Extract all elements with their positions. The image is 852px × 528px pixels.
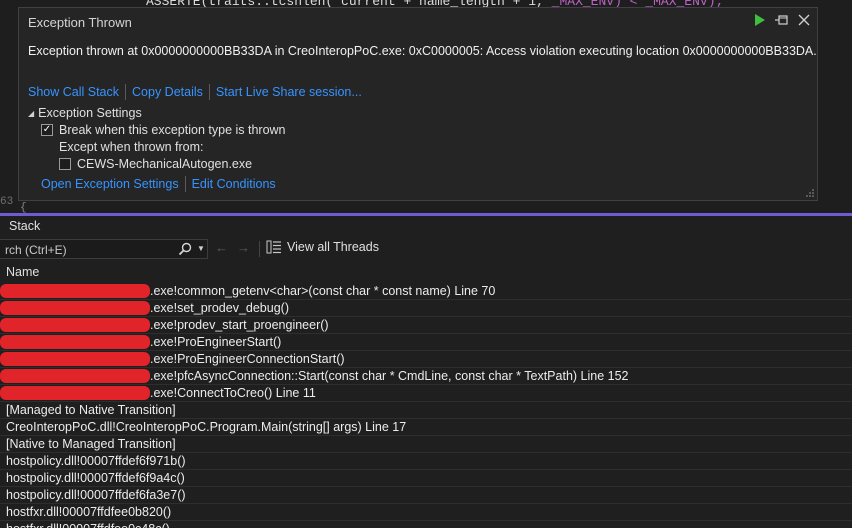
view-all-threads-label: View all Threads bbox=[287, 240, 379, 254]
exception-settings-toggle[interactable]: ◢ Exception Settings bbox=[28, 106, 142, 120]
link-divider bbox=[184, 176, 186, 192]
exception-message: Exception thrown at 0x0000000000BB33DA i… bbox=[28, 44, 817, 58]
exception-settings-label: Exception Settings bbox=[38, 106, 142, 120]
call-stack-tab[interactable]: Stack bbox=[9, 219, 40, 233]
module-checkbox[interactable] bbox=[59, 158, 71, 170]
popup-bottom-links: Open Exception Settings Edit Conditions bbox=[41, 176, 276, 192]
call-stack-row[interactable]: hostpolicy.dll!00007ffdef6f9a4c() bbox=[0, 470, 852, 487]
call-stack-frame-text: .exe!set_prodev_debug() bbox=[150, 301, 289, 315]
call-stack-row[interactable]: .exe!prodev_start_proengineer() bbox=[0, 317, 852, 334]
call-stack-frame-text: CreoInteropPoC.dll!CreoInteropPoC.Progra… bbox=[6, 420, 407, 434]
call-stack-toolbar: rch (Ctrl+E) ▼ ← → View all Threads bbox=[0, 239, 852, 261]
resize-grip-icon[interactable] bbox=[805, 188, 815, 198]
continue-play-icon[interactable] bbox=[753, 13, 767, 27]
call-stack-frame-text: .exe!common_getenv<char>(const char * co… bbox=[150, 284, 496, 298]
call-stack-row[interactable]: [Managed to Native Transition] bbox=[0, 402, 852, 419]
except-when-label: Except when thrown from: bbox=[59, 140, 204, 154]
break-when-thrown-row[interactable]: ✓ Break when this exception type is thro… bbox=[41, 123, 286, 137]
close-icon[interactable] bbox=[797, 13, 811, 27]
exception-popup: Exception Thrown Exception thrown at 0x0… bbox=[18, 7, 818, 201]
call-stack-frame-text: .exe!ConnectToCreo() Line 11 bbox=[150, 386, 316, 400]
call-stack-row[interactable]: hostfxr.dll!00007ffdfee0c48c() bbox=[0, 521, 852, 528]
call-stack-row[interactable]: .exe!common_getenv<char>(const char * co… bbox=[0, 283, 852, 300]
call-stack-frame-text: .exe!ProEngineerConnectionStart() bbox=[150, 352, 345, 366]
redaction-mark bbox=[0, 318, 150, 332]
back-arrow-icon[interactable]: ← bbox=[215, 240, 228, 255]
search-options-dropdown-icon[interactable]: ▼ bbox=[197, 244, 205, 253]
line-number: 63 bbox=[0, 196, 14, 208]
call-stack-row[interactable]: [Native to Managed Transition] bbox=[0, 436, 852, 453]
search-input[interactable]: rch (Ctrl+E) bbox=[5, 243, 67, 257]
call-stack-frame-text: [Native to Managed Transition] bbox=[6, 437, 176, 451]
redaction-mark bbox=[0, 284, 150, 298]
call-stack-row[interactable]: .exe!ProEngineerStart() bbox=[0, 334, 852, 351]
live-share-link[interactable]: Start Live Share session... bbox=[216, 85, 362, 99]
call-stack-frame-text: hostfxr.dll!00007ffdfee0c48c() bbox=[6, 522, 170, 528]
redaction-mark bbox=[0, 369, 150, 383]
view-all-threads-button[interactable]: View all Threads bbox=[266, 240, 379, 254]
threads-icon bbox=[266, 240, 281, 254]
edit-conditions-link[interactable]: Edit Conditions bbox=[192, 177, 276, 191]
module-checkbox-label: CEWS-MechanicalAutogen.exe bbox=[77, 157, 253, 171]
toolbar-divider bbox=[259, 241, 260, 257]
call-stack-frame-text: .exe!pfcAsyncConnection::Start(const cha… bbox=[150, 369, 629, 383]
pin-icon[interactable] bbox=[775, 13, 789, 27]
call-stack-frame-text: hostpolicy.dll!00007ffdef6f9a4c() bbox=[6, 471, 185, 485]
open-exception-settings-link[interactable]: Open Exception Settings bbox=[41, 177, 179, 191]
call-stack-list: .exe!common_getenv<char>(const char * co… bbox=[0, 283, 852, 528]
call-stack-frame-text: hostpolicy.dll!00007ffdef6f971b() bbox=[6, 454, 186, 468]
break-when-thrown-checkbox[interactable]: ✓ bbox=[41, 124, 53, 136]
redaction-mark bbox=[0, 335, 150, 349]
call-stack-frame-text: hostpolicy.dll!00007ffdef6fa3e7() bbox=[6, 488, 186, 502]
call-stack-row[interactable]: .exe!ProEngineerConnectionStart() bbox=[0, 351, 852, 368]
link-divider bbox=[125, 84, 127, 100]
call-stack-row[interactable]: hostfxr.dll!00007ffdfee0b820() bbox=[0, 504, 852, 521]
module-exception-row[interactable]: CEWS-MechanicalAutogen.exe bbox=[59, 157, 252, 171]
search-box[interactable]: rch (Ctrl+E) ▼ bbox=[0, 239, 208, 259]
popup-title: Exception Thrown bbox=[28, 15, 132, 30]
call-stack-panel: Stack rch (Ctrl+E) ▼ ← → View all Thread… bbox=[0, 216, 852, 528]
call-stack-frame-text: .exe!prodev_start_proengineer() bbox=[150, 318, 329, 332]
call-stack-frame-text: .exe!ProEngineerStart() bbox=[150, 335, 282, 349]
call-stack-row[interactable]: CreoInteropPoC.dll!CreoInteropPoC.Progra… bbox=[0, 419, 852, 436]
column-header-name[interactable]: Name bbox=[6, 265, 39, 279]
popup-controls bbox=[753, 13, 811, 27]
call-stack-row[interactable]: hostpolicy.dll!00007ffdef6fa3e7() bbox=[0, 487, 852, 504]
search-icon[interactable] bbox=[178, 242, 192, 256]
redaction-mark bbox=[0, 301, 150, 315]
redaction-mark bbox=[0, 352, 150, 366]
call-stack-row[interactable]: .exe!ConnectToCreo() Line 11 bbox=[0, 385, 852, 402]
call-stack-frame-text: [Managed to Native Transition] bbox=[6, 403, 176, 417]
copy-details-link[interactable]: Copy Details bbox=[132, 85, 203, 99]
call-stack-row[interactable]: .exe!pfcAsyncConnection::Start(const cha… bbox=[0, 368, 852, 385]
popup-link-bar: Show Call Stack Copy Details Start Live … bbox=[28, 84, 362, 100]
show-call-stack-link[interactable]: Show Call Stack bbox=[28, 85, 119, 99]
forward-arrow-icon[interactable]: → bbox=[237, 240, 250, 255]
redaction-mark bbox=[0, 386, 150, 400]
collapse-triangle-icon: ◢ bbox=[28, 108, 35, 118]
break-when-thrown-label: Break when this exception type is thrown bbox=[59, 123, 286, 137]
call-stack-row[interactable]: hostpolicy.dll!00007ffdef6f971b() bbox=[0, 453, 852, 470]
link-divider bbox=[208, 84, 210, 100]
call-stack-row[interactable]: .exe!set_prodev_debug() bbox=[0, 300, 852, 317]
call-stack-frame-text: hostfxr.dll!00007ffdfee0b820() bbox=[6, 505, 172, 519]
